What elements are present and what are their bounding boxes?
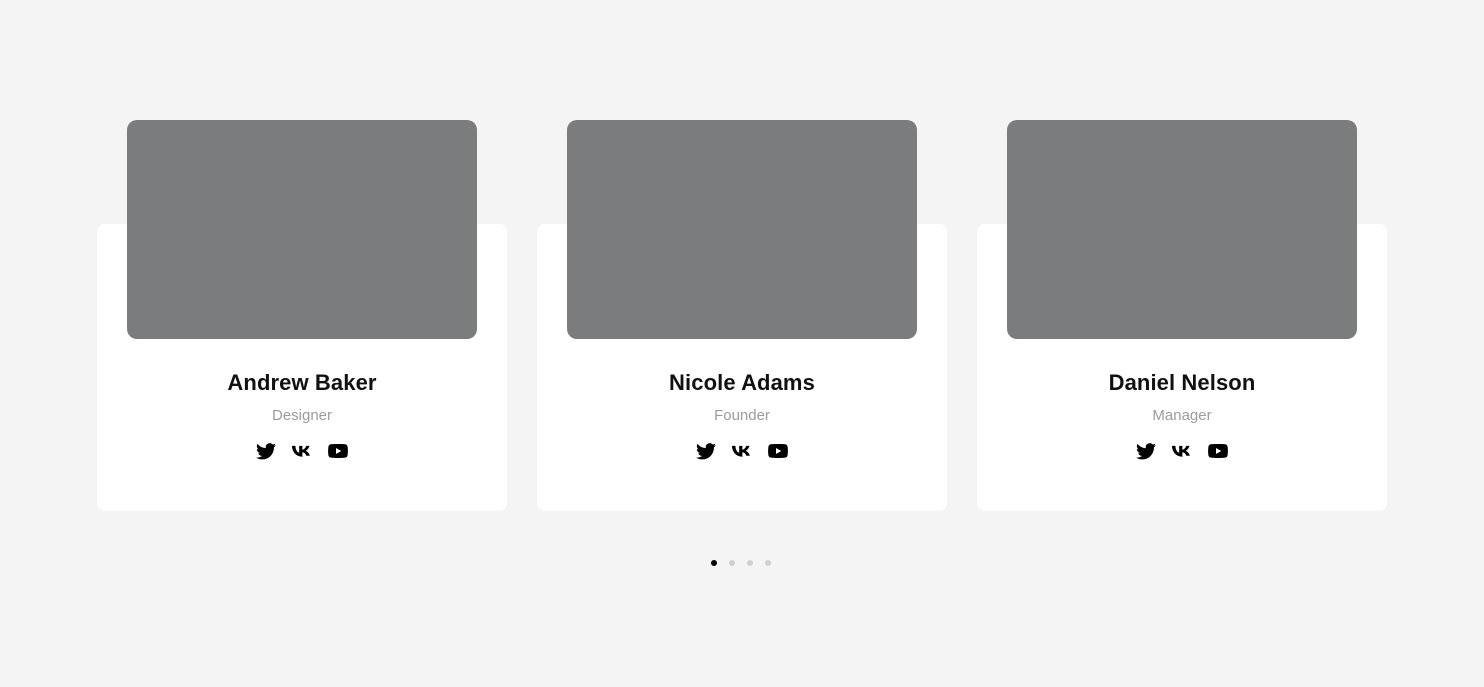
team-carousel: Andrew Baker Designer Nicole Adams Found… bbox=[97, 120, 1387, 511]
pagination-dot-1[interactable] bbox=[711, 560, 717, 566]
youtube-icon[interactable] bbox=[768, 441, 788, 461]
member-role: Designer bbox=[271, 407, 333, 424]
member-name: Nicole Adams bbox=[669, 370, 815, 395]
carousel-pagination bbox=[711, 560, 771, 566]
social-links bbox=[97, 441, 507, 461]
member-role: Manager bbox=[1152, 407, 1212, 424]
member-role: Founder bbox=[714, 407, 770, 424]
member-name: Daniel Nelson bbox=[1108, 370, 1256, 395]
twitter-icon[interactable] bbox=[696, 441, 716, 461]
youtube-icon[interactable] bbox=[1208, 441, 1228, 461]
vk-icon[interactable] bbox=[292, 441, 312, 461]
team-card: Andrew Baker Designer bbox=[97, 120, 507, 511]
member-photo bbox=[567, 120, 917, 339]
youtube-icon[interactable] bbox=[328, 441, 348, 461]
social-links bbox=[537, 441, 947, 461]
vk-icon[interactable] bbox=[732, 441, 752, 461]
pagination-dot-3[interactable] bbox=[747, 560, 753, 566]
twitter-icon[interactable] bbox=[1136, 441, 1156, 461]
twitter-icon[interactable] bbox=[256, 441, 276, 461]
pagination-dot-2[interactable] bbox=[729, 560, 735, 566]
pagination-dot-4[interactable] bbox=[765, 560, 771, 566]
vk-icon[interactable] bbox=[1172, 441, 1192, 461]
team-card: Nicole Adams Founder bbox=[537, 120, 947, 511]
member-photo bbox=[1007, 120, 1357, 339]
member-photo bbox=[127, 120, 477, 339]
team-card: Daniel Nelson Manager bbox=[977, 120, 1387, 511]
member-name: Andrew Baker bbox=[227, 370, 377, 395]
social-links bbox=[977, 441, 1387, 461]
